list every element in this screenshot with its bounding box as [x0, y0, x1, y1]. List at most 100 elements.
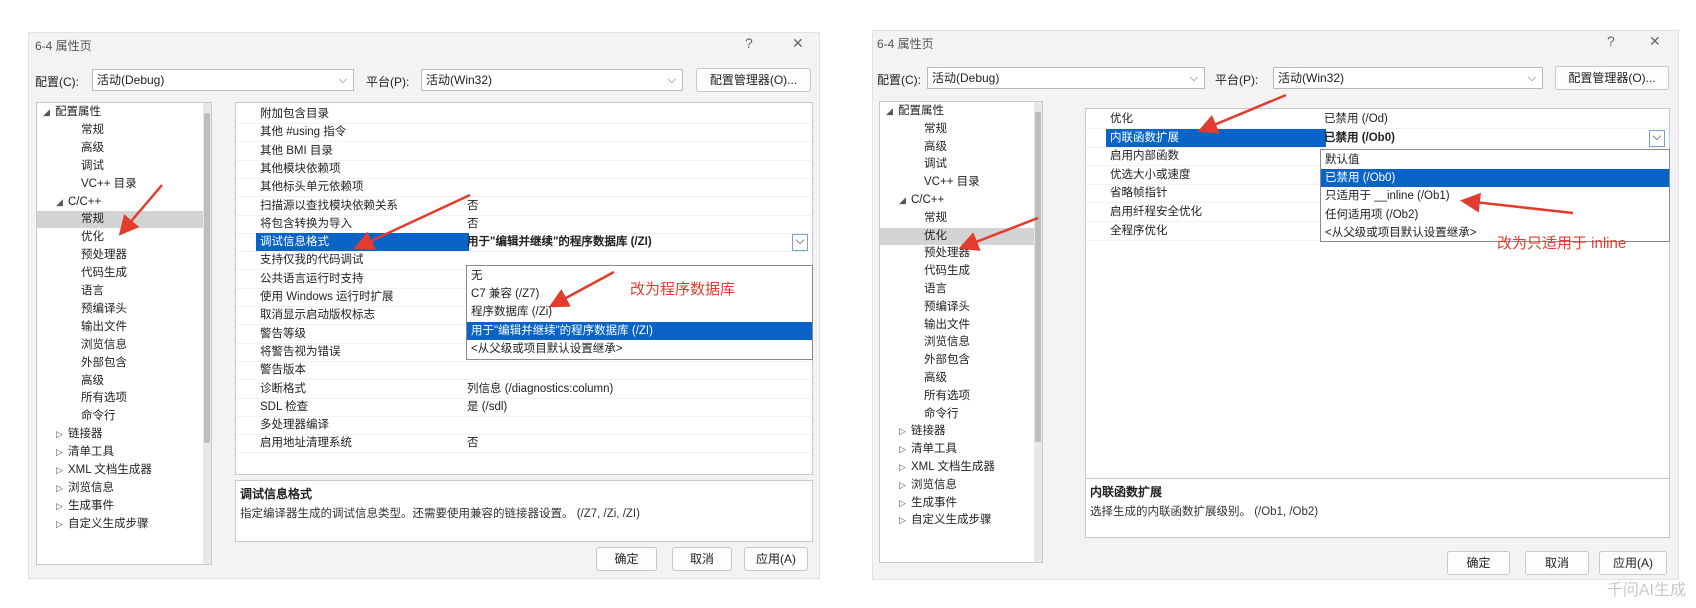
tree-item[interactable]: ▷ 自定义生成步骤 [37, 516, 203, 533]
tree-item[interactable]: VC++ 目录 [37, 176, 203, 193]
expand-arrow-icon[interactable]: ▷ [56, 498, 68, 515]
ok-button[interactable]: 确定 [596, 547, 657, 571]
tree-item[interactable]: 高级 [880, 139, 1034, 156]
property-row[interactable]: 其他 BMI 目录 [236, 142, 812, 161]
tree-item[interactable]: ◢ 配置属性 [37, 104, 203, 121]
config-manager-button[interactable]: 配置管理器(O)... [696, 68, 811, 92]
dropdown-option[interactable]: 只适用于 __inline (/Ob1) [1321, 187, 1669, 205]
tree-item[interactable]: 调试 [37, 158, 203, 175]
property-row[interactable]: SDL 检查 是 (/sdl) [236, 398, 812, 417]
tree-item[interactable]: 浏览信息 [880, 334, 1034, 351]
tree-item[interactable]: 预编译头 [880, 299, 1034, 316]
config-select[interactable]: 活动(Debug) ⌵ [927, 67, 1205, 89]
apply-button[interactable]: 应用(A) [744, 547, 808, 571]
property-row[interactable]: 将包含转换为导入 否 [236, 215, 812, 234]
tree-item[interactable]: ▷ 生成事件 [880, 495, 1034, 512]
tree-item[interactable]: ▷ 浏览信息 [880, 477, 1034, 494]
tree-item[interactable]: 代码生成 [37, 265, 203, 282]
apply-button[interactable]: 应用(A) [1599, 551, 1667, 575]
cancel-button[interactable]: 取消 [1525, 551, 1589, 575]
tree-item[interactable]: ▷ XML 文档生成器 [37, 462, 203, 479]
tree-item[interactable]: 输出文件 [880, 317, 1034, 334]
config-select[interactable]: 活动(Debug) ⌵ [92, 69, 354, 91]
expand-arrow-icon[interactable]: ▷ [56, 426, 68, 443]
dropdown-option[interactable]: 用于"编辑并继续"的程序数据库 (/ZI) [467, 321, 812, 340]
tree-item[interactable]: 输出文件 [37, 319, 203, 336]
chevron-down-icon[interactable]: ⌵ [792, 234, 808, 252]
property-row[interactable]: 优化 已禁用 (/Od) [1086, 110, 1669, 129]
tree-item[interactable]: 外部包含 [37, 355, 203, 372]
expand-arrow-icon[interactable]: ◢ [56, 194, 68, 211]
tree-item[interactable]: VC++ 目录 [880, 174, 1034, 191]
tree-item[interactable]: 高级 [37, 140, 203, 157]
tree-item[interactable]: 预编译头 [37, 301, 203, 318]
property-row[interactable]: 其他 #using 指令 [236, 123, 812, 143]
tree-item[interactable]: 代码生成 [880, 263, 1034, 280]
tree-item[interactable]: ◢ 配置属性 [880, 103, 1034, 120]
tree-scroll-thumb[interactable] [204, 113, 210, 443]
dropdown-option[interactable]: 程序数据库 (/Zi) [467, 303, 812, 321]
tree-item[interactable]: ▷ 链接器 [37, 426, 203, 443]
property-row[interactable]: 附加包含目录 [236, 105, 812, 124]
config-manager-button[interactable]: 配置管理器(O)... [1555, 66, 1669, 90]
tree-item[interactable]: 常规 [880, 121, 1034, 138]
tree-item[interactable]: ◢ C/C++ [880, 192, 1034, 209]
tree-item[interactable]: 命令行 [37, 408, 203, 425]
expand-arrow-icon[interactable]: ▷ [899, 441, 911, 458]
property-row[interactable]: 调试信息格式 用于"编辑并继续"的程序数据库 (/ZI) ⌵ [236, 233, 812, 253]
tree-item[interactable]: ▷ XML 文档生成器 [880, 459, 1034, 476]
tree-item[interactable]: 常规 [880, 210, 1034, 227]
property-row[interactable]: 其他模块依赖项 [236, 160, 812, 179]
platform-select[interactable]: 活动(Win32) ⌵ [1273, 67, 1543, 89]
tree-item[interactable]: 常规 [37, 122, 203, 139]
close-button[interactable]: ✕ [1649, 33, 1661, 50]
expand-arrow-icon[interactable]: ▷ [56, 516, 68, 533]
expand-arrow-icon[interactable]: ▷ [899, 512, 911, 529]
tree-item[interactable]: ▷ 链接器 [880, 423, 1034, 440]
tree-item[interactable]: 语言 [37, 283, 203, 300]
chevron-down-icon[interactable]: ⌵ [1649, 129, 1665, 147]
tree-item[interactable]: 优化 [880, 227, 1034, 245]
tree-item[interactable]: 优化 [37, 229, 203, 246]
property-row[interactable]: 内联函数扩展 已禁用 (/Ob0) ⌵ [1086, 128, 1669, 148]
tree-item[interactable]: 外部包含 [880, 352, 1034, 369]
tree-item[interactable]: 命令行 [880, 406, 1034, 423]
tree-item[interactable]: 调试 [880, 156, 1034, 173]
tree-item[interactable]: ▷ 生成事件 [37, 498, 203, 515]
tree-item[interactable]: 所有选项 [37, 390, 203, 407]
tree-item[interactable]: 预处理器 [880, 245, 1034, 262]
help-button[interactable]: ? [745, 35, 753, 51]
expand-arrow-icon[interactable]: ▷ [899, 477, 911, 494]
property-row[interactable]: 警告版本 [236, 361, 812, 381]
expand-arrow-icon[interactable]: ▷ [899, 423, 911, 440]
tree-item[interactable]: ▷ 清单工具 [37, 444, 203, 461]
dropdown-option[interactable]: 任何适用项 (/Ob2) [1321, 206, 1669, 224]
cancel-button[interactable]: 取消 [672, 547, 732, 571]
tree-item[interactable]: ▷ 浏览信息 [37, 480, 203, 497]
inline-expansion-dropdown[interactable]: 默认值 已禁用 (/Ob0) 只适用于 __inline (/Ob1) 任何适用项 (… [1320, 149, 1670, 242]
help-button[interactable]: ? [1607, 33, 1615, 49]
property-row[interactable]: 扫描源以查找模块依赖关系 否 [236, 197, 812, 216]
ok-button[interactable]: 确定 [1447, 551, 1510, 575]
tree-scrollbar[interactable] [203, 103, 211, 564]
dropdown-option[interactable]: 已禁用 (/Ob0) [1321, 169, 1669, 188]
expand-arrow-icon[interactable]: ▷ [899, 495, 911, 512]
dropdown-option[interactable]: <从父级或项目默认设置继承> [467, 340, 812, 358]
tree-item[interactable]: 高级 [37, 373, 203, 390]
expand-arrow-icon[interactable]: ▷ [56, 462, 68, 479]
tree-item[interactable]: 浏览信息 [37, 337, 203, 354]
property-row[interactable]: 诊断格式 列信息 (/diagnostics:column) [236, 380, 812, 399]
expand-arrow-icon[interactable]: ▷ [899, 459, 911, 476]
tree-item[interactable]: 预处理器 [37, 247, 203, 264]
platform-select[interactable]: 活动(Win32) ⌵ [421, 69, 683, 91]
expand-arrow-icon[interactable]: ▷ [56, 480, 68, 497]
tree-item[interactable]: ▷ 清单工具 [880, 441, 1034, 458]
close-button[interactable]: ✕ [792, 35, 804, 52]
tree-scrollbar[interactable] [1034, 102, 1042, 562]
tree-item[interactable]: 常规 [37, 211, 203, 229]
expand-arrow-icon[interactable]: ◢ [899, 192, 911, 209]
tree-scroll-thumb[interactable] [1035, 112, 1041, 442]
property-row[interactable]: 启用地址清理系统 否 [236, 434, 812, 454]
tree-item[interactable]: 语言 [880, 281, 1034, 298]
expand-arrow-icon[interactable]: ◢ [886, 103, 898, 120]
